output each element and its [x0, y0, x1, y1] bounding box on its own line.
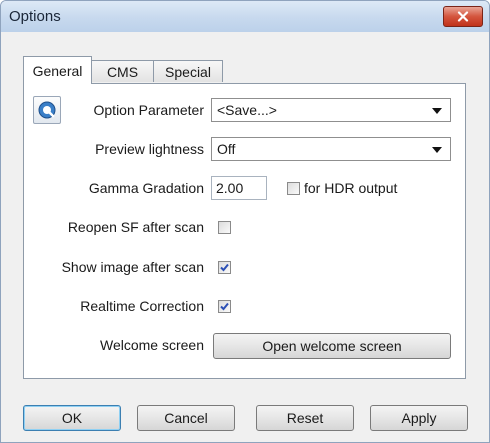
open-welcome-screen-button[interactable]: Open welcome screen: [213, 333, 451, 359]
hdr-output-checkbox[interactable]: [287, 182, 300, 195]
tab-special-label: Special: [165, 64, 211, 80]
chevron-down-icon: [432, 108, 442, 114]
cancel-button[interactable]: Cancel: [137, 405, 235, 431]
checkmark-icon: [220, 302, 229, 311]
preview-lightness-dropdown[interactable]: Off: [211, 137, 451, 161]
title-bar[interactable]: Options: [1, 1, 489, 32]
tab-general-label: General: [32, 63, 83, 79]
welcome-screen-label: Welcome screen: [99, 337, 204, 353]
option-parameter-label: Option Parameter: [93, 102, 205, 118]
open-welcome-screen-label: Open welcome screen: [262, 338, 402, 354]
options-dialog: Options General CMS Special Option Param…: [0, 0, 490, 443]
realtime-correction-label: Realtime Correction: [80, 298, 204, 314]
hdr-output-label: for HDR output: [304, 180, 398, 196]
tab-general[interactable]: General: [23, 56, 92, 84]
preview-lightness-value: Off: [217, 141, 236, 157]
close-button[interactable]: [443, 6, 483, 27]
tab-special[interactable]: Special: [153, 60, 223, 82]
reset-button-label: Reset: [286, 410, 324, 426]
option-parameter-dropdown[interactable]: <Save...>: [211, 98, 451, 122]
gamma-gradation-label: Gamma Gradation: [88, 180, 204, 196]
reset-button[interactable]: Reset: [256, 405, 354, 431]
tab-cms-label: CMS: [106, 64, 139, 80]
ok-button[interactable]: OK: [23, 405, 121, 431]
reopen-sf-checkbox[interactable]: [218, 221, 231, 234]
window-title: Options: [9, 8, 61, 25]
show-image-checkbox[interactable]: [218, 261, 231, 274]
show-image-label: Show image after scan: [61, 259, 204, 275]
reopen-sf-label: Reopen SF after scan: [67, 219, 204, 235]
apply-button-label: Apply: [401, 410, 437, 426]
preview-lightness-label: Preview lightness: [95, 141, 204, 157]
chevron-down-icon: [432, 147, 442, 153]
silverfast-icon[interactable]: [33, 96, 61, 124]
tab-cms[interactable]: CMS: [91, 60, 154, 82]
option-parameter-value: <Save...>: [217, 102, 277, 118]
cancel-button-label: Cancel: [164, 410, 208, 426]
gamma-gradation-value: 2.00: [216, 180, 244, 196]
realtime-correction-checkbox[interactable]: [218, 300, 231, 313]
apply-button[interactable]: Apply: [370, 405, 468, 431]
ok-button-label: OK: [61, 410, 83, 426]
checkmark-icon: [220, 263, 229, 272]
gamma-gradation-field[interactable]: 2.00: [211, 176, 267, 200]
close-icon: [457, 11, 469, 22]
